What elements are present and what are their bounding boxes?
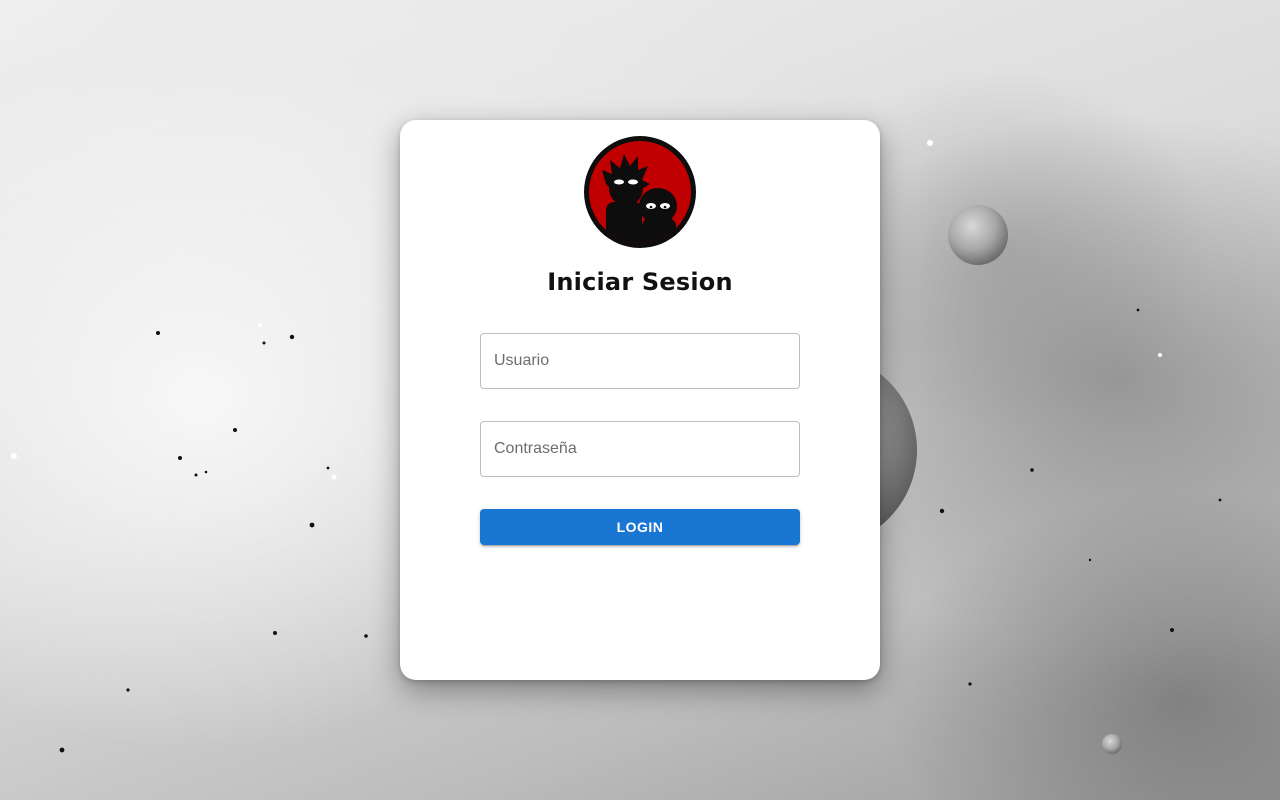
tiny-planet	[1102, 734, 1122, 754]
page-title: Iniciar Sesion	[547, 268, 733, 296]
password-field[interactable]	[480, 421, 800, 477]
username-field[interactable]	[480, 333, 800, 389]
login-button[interactable]: LOGIN	[480, 509, 800, 545]
rick-and-morty-silhouette-icon	[584, 136, 696, 248]
login-card: Iniciar Sesion LOGIN	[400, 120, 880, 680]
small-planet	[948, 205, 1008, 265]
